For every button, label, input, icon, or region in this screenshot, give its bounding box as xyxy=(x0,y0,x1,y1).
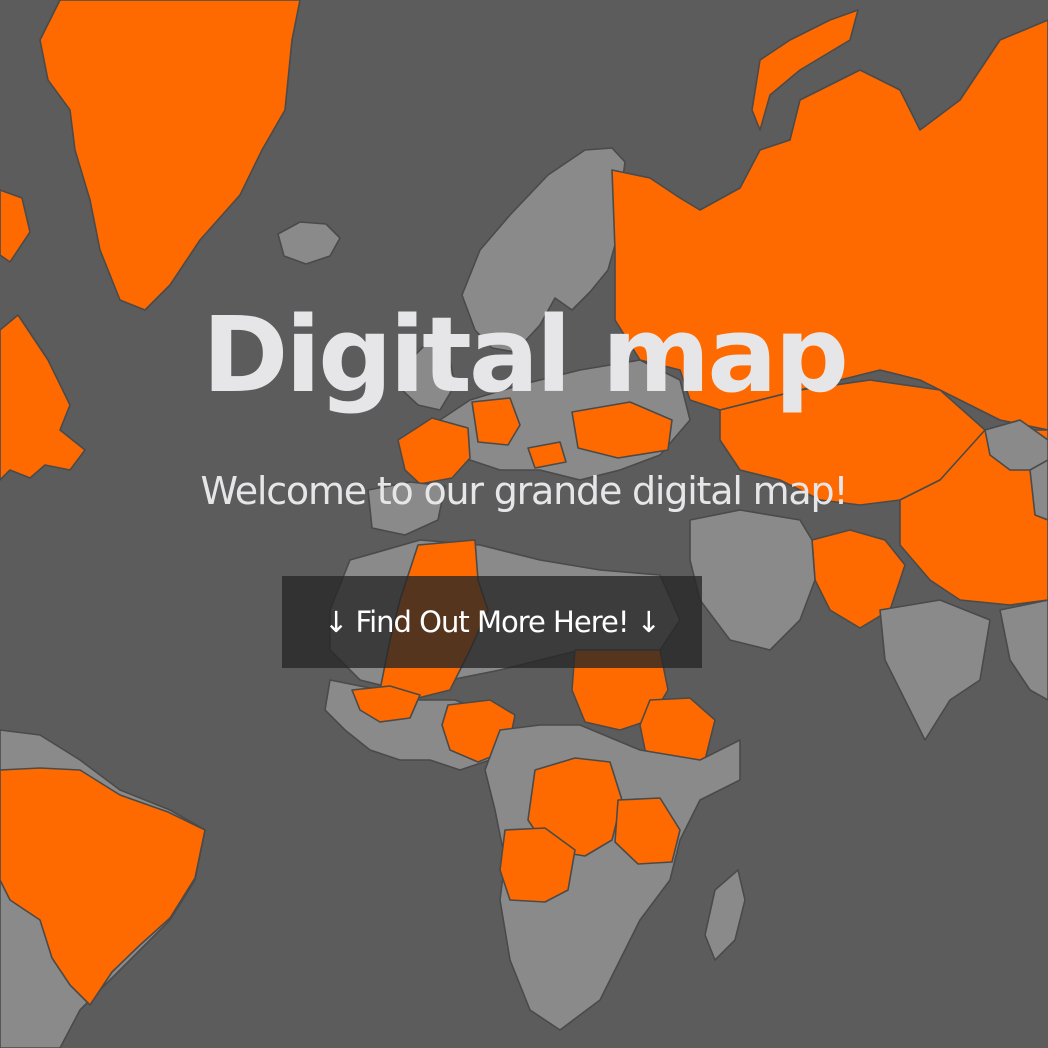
page-subtitle: Welcome to our grande digital map! xyxy=(200,469,849,513)
find-out-more-label: ↓ Find Out More Here! ↓ xyxy=(324,605,661,639)
page-title: Digital map xyxy=(202,294,849,416)
map-stage: Digital map Welcome to our grande digita… xyxy=(0,0,1048,1048)
hero-section: Digital map Welcome to our grande digita… xyxy=(0,0,1048,1048)
find-out-more-button[interactable]: ↓ Find Out More Here! ↓ xyxy=(282,576,702,668)
